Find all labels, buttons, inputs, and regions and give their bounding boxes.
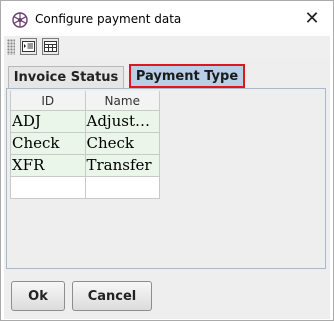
tab-payment-type[interactable]: Payment Type (129, 64, 245, 88)
column-header-name[interactable]: Name (85, 91, 160, 111)
configure-payment-dialog: Configure payment data ✕ Invoice Status … (0, 0, 334, 321)
column-header-id[interactable]: ID (11, 91, 86, 111)
table-row-empty[interactable] (11, 177, 160, 199)
cancel-button[interactable]: Cancel (72, 281, 152, 311)
table-layout-button[interactable] (42, 38, 59, 55)
table-row[interactable]: XFR Transfer (11, 155, 160, 177)
table-layout-icon (44, 41, 57, 52)
table-header: ID Name (11, 91, 160, 111)
cell-name[interactable] (85, 177, 160, 199)
table-row[interactable]: Check Check (11, 133, 160, 155)
cell-name[interactable]: Transfer (85, 155, 160, 177)
indent-list-icon (22, 41, 35, 52)
payment-type-table: ID Name ADJ Adjust… Check Check XFR Tran… (10, 91, 160, 199)
cell-id[interactable]: XFR (11, 155, 86, 177)
title-bar: Configure payment data ✕ (2, 2, 332, 36)
cell-name[interactable]: Check (85, 133, 160, 155)
window-title: Configure payment data (35, 12, 182, 26)
cell-name[interactable]: Adjust… (85, 111, 160, 133)
cell-id[interactable]: Check (11, 133, 86, 155)
button-bar: Ok Cancel (4, 273, 330, 319)
cell-id[interactable]: ADJ (11, 111, 86, 133)
close-icon[interactable]: ✕ (302, 9, 322, 29)
tab-panel: ID Name ADJ Adjust… Check Check XFR Tran… (6, 88, 326, 269)
tabs-area: Invoice Status Payment Type ID Name ADJ … (4, 58, 330, 273)
ok-button[interactable]: Ok (11, 281, 65, 311)
indent-list-button[interactable] (20, 38, 37, 55)
tab-invoice-status[interactable]: Invoice Status (8, 66, 124, 88)
settings-wheel-icon (12, 12, 28, 28)
toolbar (4, 36, 330, 58)
toolbar-grip-icon[interactable] (7, 39, 15, 55)
table-row[interactable]: ADJ Adjust… (11, 111, 160, 133)
cell-id[interactable] (11, 177, 86, 199)
